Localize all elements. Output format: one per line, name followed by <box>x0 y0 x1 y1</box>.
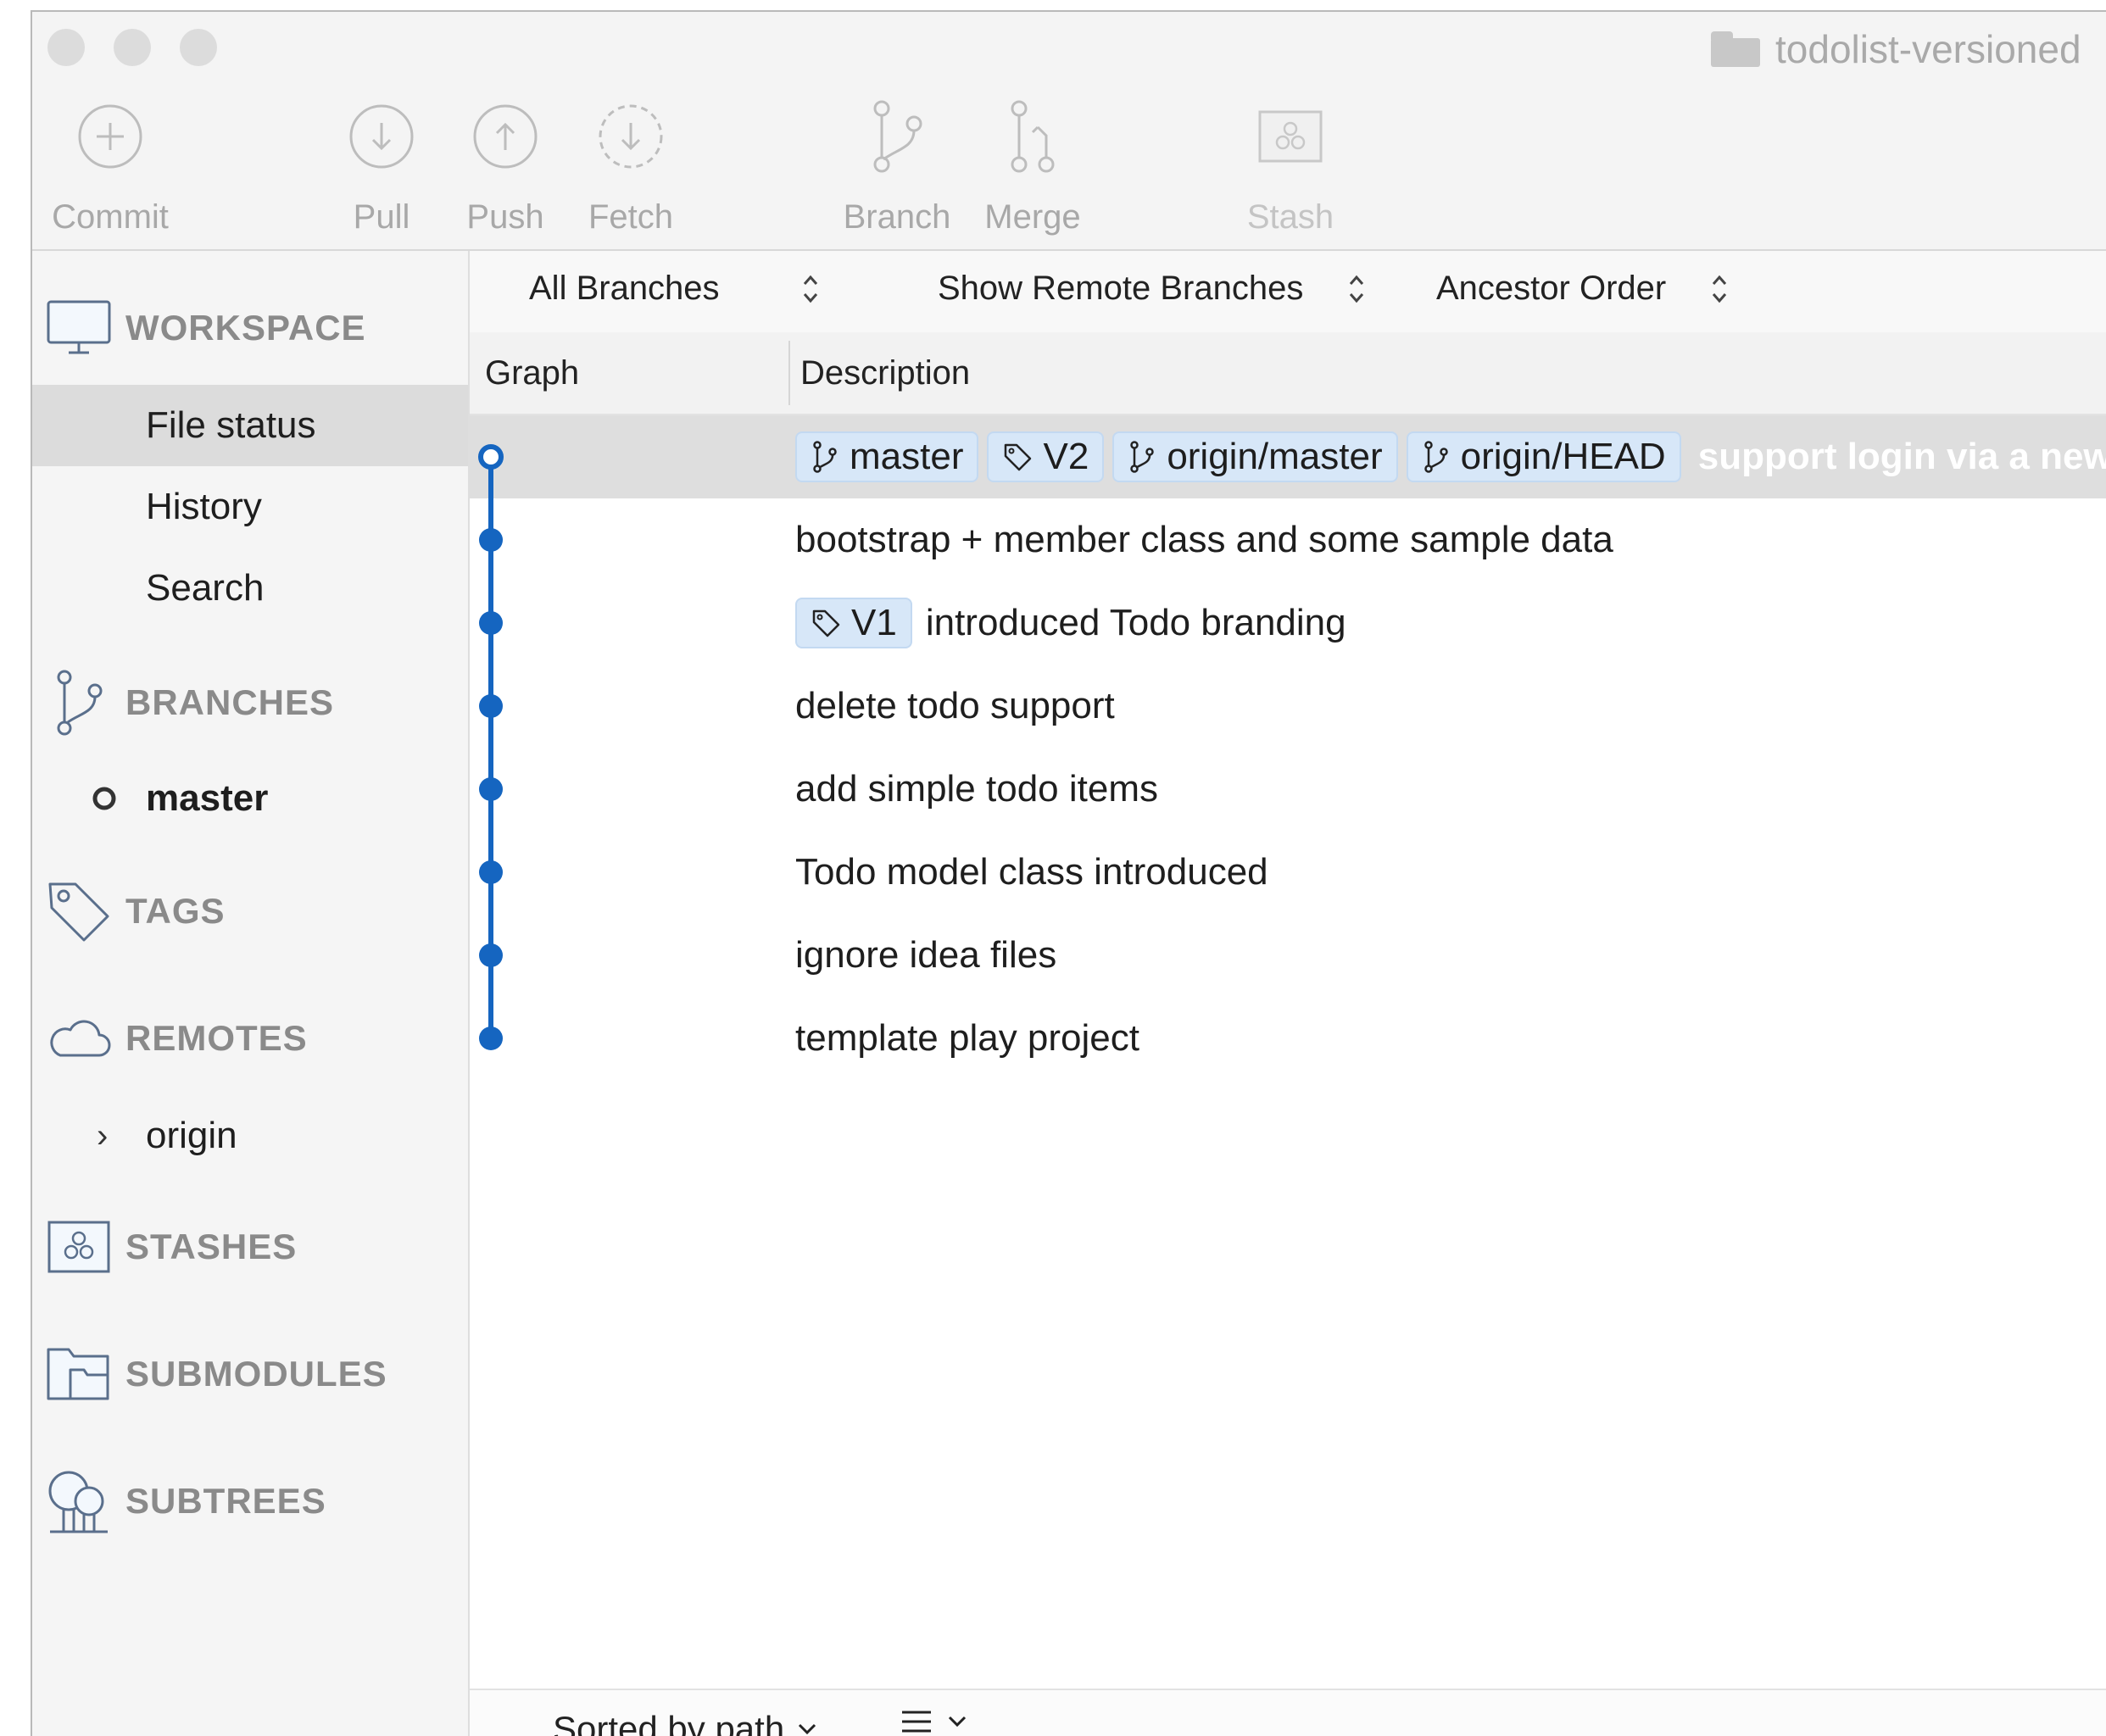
window-title: todolist-versioned <box>1711 24 2081 75</box>
order-select[interactable]: Ancestor Order <box>1436 270 1729 308</box>
fetch-dashed-circle-icon <box>599 104 663 169</box>
sidebar-item-history[interactable]: History <box>32 466 468 548</box>
merge-icon <box>1011 100 1055 173</box>
commit-message: support login via a new <box>1697 436 2106 477</box>
commit-message: add simple todo items <box>795 768 1158 810</box>
filter-bar: All Branches Show Remote Branches Ancest… <box>470 251 2106 332</box>
column-description[interactable]: Description <box>800 332 970 414</box>
sidebar-item-search[interactable]: Search <box>32 548 468 629</box>
file-list-bar: Sorted by path <box>470 1689 2106 1736</box>
arrow-up-circle-icon <box>473 104 538 169</box>
branch-badge[interactable]: master <box>795 431 979 482</box>
commit-button[interactable]: Commit <box>42 97 178 236</box>
sidebar-item-remote-origin[interactable]: › origin <box>32 1095 468 1177</box>
commit-row[interactable]: V1 introduced Todo branding <box>470 581 2106 665</box>
list-lines-icon <box>902 1711 931 1733</box>
subtree-trees-icon <box>48 1471 108 1533</box>
tag-icon <box>812 609 840 637</box>
sidebar-item-branch-master[interactable]: master <box>32 758 468 839</box>
merge-button[interactable]: Merge <box>965 97 1100 236</box>
fetch-button[interactable]: Fetch <box>563 97 699 236</box>
commit-message: bootstrap + member class and some sample… <box>795 519 1613 560</box>
monitor-icon <box>47 300 111 354</box>
commit-message: delete todo support <box>795 685 1115 726</box>
zoom-window-button[interactable] <box>180 29 217 66</box>
column-divider[interactable] <box>788 341 790 405</box>
title-toolbar: todolist-versioned Commit Pull Push Fetc… <box>32 12 2106 251</box>
stash-box-icon <box>47 1221 110 1273</box>
updown-chevron-icon <box>1713 275 1727 303</box>
commit-row[interactable]: ignore idea files <box>470 914 2106 997</box>
tag-badge[interactable]: V1 <box>795 598 912 648</box>
cloud-icon <box>50 1020 111 1057</box>
tag-icon <box>1005 443 1032 471</box>
commit-row[interactable]: delete todo support <box>470 665 2106 748</box>
sidebar-section-remotes[interactable]: REMOTES <box>32 1000 468 1077</box>
plus-circle-icon <box>78 104 142 169</box>
view-mode-select[interactable] <box>900 1709 968 1734</box>
tag-badge[interactable]: V2 <box>987 431 1105 482</box>
commit-message: Todo model class introduced <box>795 851 1268 893</box>
commit-row[interactable]: Todo model class introduced <box>470 831 2106 914</box>
branch-badge[interactable]: origin/HEAD <box>1406 431 1681 482</box>
arrow-down-circle-icon <box>349 104 414 169</box>
sidebar-section-tags[interactable]: TAGS <box>32 873 468 949</box>
minimize-window-button[interactable] <box>114 29 151 66</box>
sidebar-section-stashes[interactable]: STASHES <box>32 1209 468 1285</box>
column-header: Graph Description <box>470 332 2106 415</box>
folder-icon <box>1711 31 1760 67</box>
sort-select[interactable]: Sorted by path <box>553 1709 818 1736</box>
branches-filter-select[interactable]: All Branches <box>529 270 820 308</box>
commit-message: introduced Todo branding <box>925 602 1346 643</box>
updown-chevron-icon <box>1350 275 1364 303</box>
commit-message: template play project <box>795 1017 1139 1059</box>
branch-icon <box>1424 441 1448 473</box>
chevron-down-icon <box>948 1716 967 1728</box>
commit-row[interactable]: template play project <box>470 997 2106 1080</box>
stash-box-icon <box>1258 110 1323 163</box>
sidebar-section-branches[interactable]: BRANCHES <box>32 665 468 741</box>
sidebar-section-workspace[interactable]: WORKSPACE <box>32 290 468 366</box>
sidebar: WORKSPACE File status History Search BRA… <box>32 251 470 1736</box>
close-window-button[interactable] <box>47 29 85 66</box>
commit-row[interactable]: bootstrap + member class and some sample… <box>470 498 2106 581</box>
main-panel: All Branches Show Remote Branches Ancest… <box>470 251 2106 1736</box>
branch-icon <box>813 441 837 473</box>
branch-badge[interactable]: origin/master <box>1112 431 1398 482</box>
commit-message: ignore idea files <box>795 934 1057 976</box>
commit-row[interactable]: add simple todo items <box>470 748 2106 831</box>
chevron-down-icon <box>799 1723 816 1735</box>
branch-button[interactable]: Branch <box>829 97 965 236</box>
stash-button[interactable]: Stash <box>1223 97 1358 236</box>
app-window: todolist-versioned Commit Pull Push Fetc… <box>31 10 2106 1736</box>
sidebar-item-file-status[interactable]: File status <box>32 385 468 466</box>
chevron-right-icon[interactable]: › <box>97 1117 108 1155</box>
remote-branches-select[interactable]: Show Remote Branches <box>938 270 1366 308</box>
sidebar-section-subtrees[interactable]: SUBTREES <box>32 1463 468 1539</box>
push-button[interactable]: Push <box>437 97 573 236</box>
submodule-folders-icon <box>47 1348 109 1400</box>
tag-icon <box>48 882 109 942</box>
branch-icon <box>57 670 103 736</box>
updown-chevron-icon <box>803 275 817 303</box>
current-branch-circle-icon <box>92 787 116 810</box>
pull-button[interactable]: Pull <box>314 97 449 236</box>
commit-row[interactable]: master V2 origin/master origin/HEAD supp… <box>470 415 2106 498</box>
column-graph[interactable]: Graph <box>485 332 579 414</box>
sidebar-section-submodules[interactable]: SUBMODULES <box>32 1336 468 1412</box>
branch-icon <box>1130 441 1155 473</box>
branch-icon <box>873 100 922 173</box>
